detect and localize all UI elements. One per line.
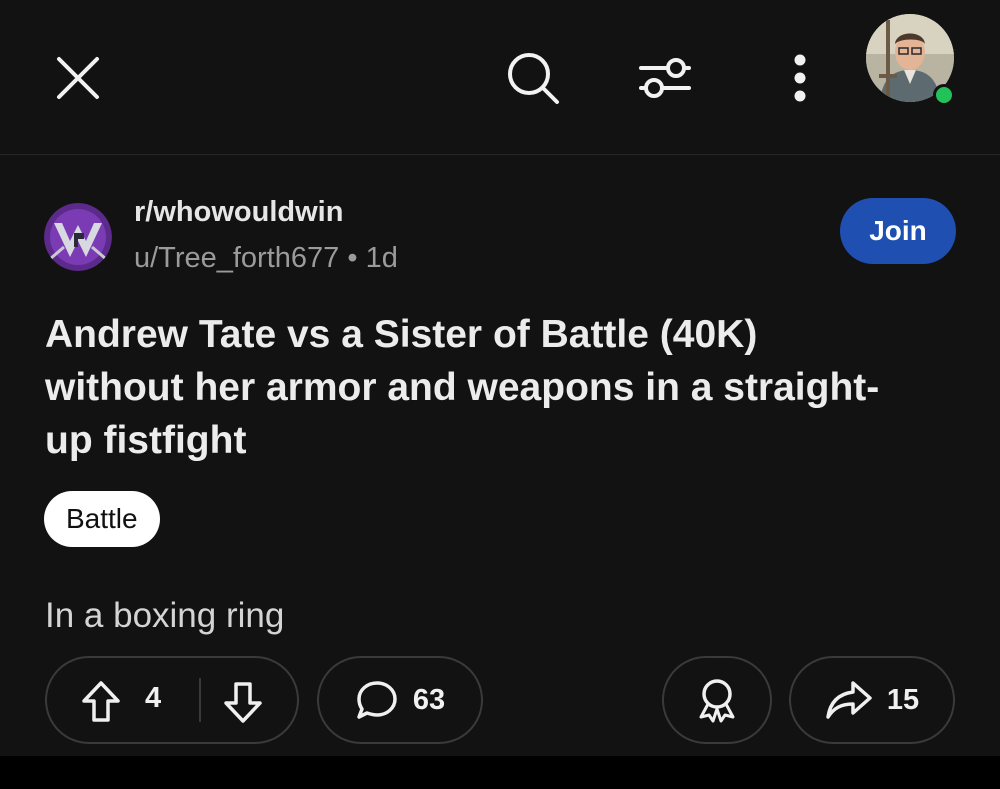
post-title: Andrew Tate vs a Sister of Battle (40K) … <box>45 313 880 462</box>
close-icon <box>57 57 99 99</box>
upvote-button[interactable] <box>81 680 121 729</box>
join-button[interactable]: Join <box>840 198 956 264</box>
sliders-icon <box>639 58 691 98</box>
share-button[interactable]: 15 <box>789 656 955 744</box>
post-body: In a boxing ring <box>45 596 285 635</box>
subreddit-logo <box>44 203 112 271</box>
post-flair[interactable]: Battle <box>44 491 160 547</box>
meta-separator: • <box>347 242 358 274</box>
upvote-arrow-icon <box>82 681 120 722</box>
comment-count: 63 <box>412 683 446 716</box>
close-button[interactable] <box>45 45 111 111</box>
downvote-arrow-icon <box>224 682 262 723</box>
award-ribbon-icon <box>699 679 735 723</box>
more-vertical-icon <box>794 54 806 102</box>
share-arrow-icon <box>826 681 872 719</box>
subreddit-icon[interactable] <box>44 203 112 271</box>
award-button[interactable] <box>662 656 772 744</box>
search-icon <box>508 53 559 104</box>
vote-controls: 4 <box>45 656 299 744</box>
more-options-button[interactable] <box>770 45 830 111</box>
post-meta: u/Tree_forth677 • 1d <box>134 242 398 275</box>
share-count: 15 <box>886 683 920 716</box>
filter-button[interactable] <box>630 45 700 111</box>
top-app-bar <box>0 0 1000 155</box>
comments-button[interactable]: 63 <box>317 656 483 744</box>
downvote-button[interactable] <box>223 680 263 729</box>
post-age: 1d <box>365 242 398 274</box>
author-name[interactable]: u/Tree_forth677 <box>134 242 339 274</box>
bottom-edge <box>0 756 1000 789</box>
search-button[interactable] <box>498 45 568 111</box>
vote-count: 4 <box>145 682 162 714</box>
post-detail-screen: r/whowouldwin u/Tree_forth677 • 1d Join … <box>0 0 1000 789</box>
online-status-dot <box>933 84 955 106</box>
subreddit-name[interactable]: r/whowouldwin <box>134 196 343 229</box>
vote-divider <box>199 678 201 722</box>
comment-bubble-icon <box>357 681 397 719</box>
